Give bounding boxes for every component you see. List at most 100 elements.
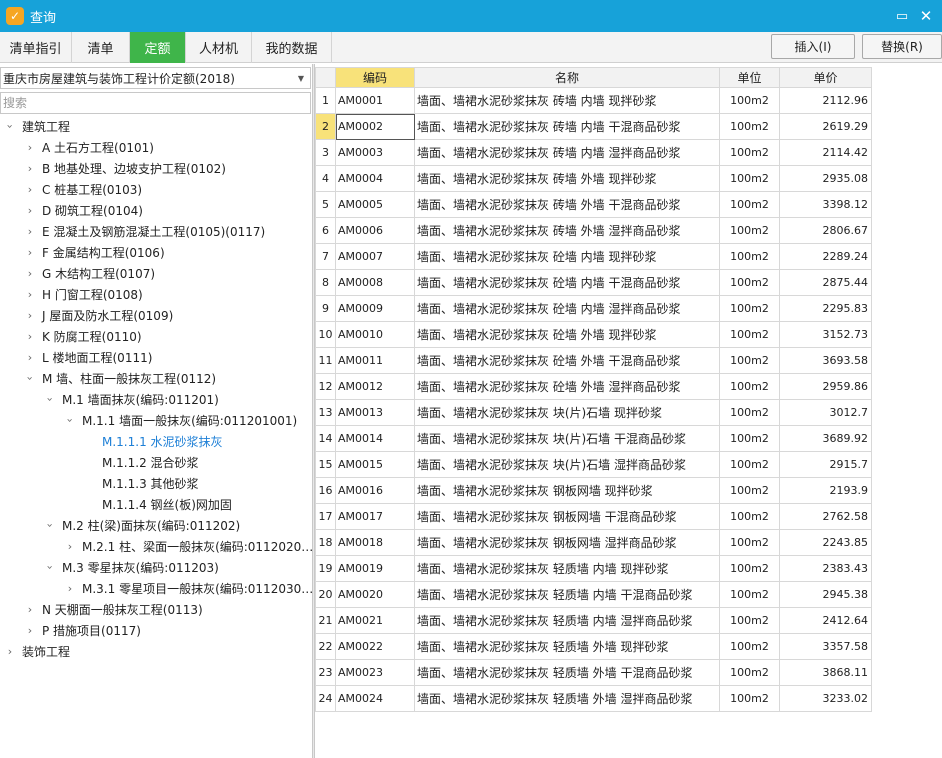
tree-node[interactable]: › G 木结构工程(0107): [24, 263, 155, 284]
close-icon[interactable]: ✕: [916, 6, 936, 26]
tree-node[interactable]: › M.1.1 墙面一般抹灰(编码:011201001): [64, 410, 298, 431]
row-number-cell[interactable]: 17: [315, 503, 336, 530]
unit-cell[interactable]: 100m2: [719, 113, 780, 140]
tree-node[interactable]: › L 楼地面工程(0111): [24, 347, 153, 368]
unit-cell[interactable]: 100m2: [719, 87, 780, 114]
price-cell[interactable]: 2762.58: [779, 503, 872, 530]
column-header-code[interactable]: 编码: [335, 67, 415, 88]
table-row[interactable]: 23 AM0023 墙面、墙裙水泥砂浆抹灰 轻质墙 外墙 干混商品砂浆 100m2 38…: [315, 659, 872, 686]
chevron-right-icon[interactable]: ›: [64, 582, 76, 595]
row-number-cell[interactable]: 11: [315, 347, 336, 374]
library-select[interactable]: 重庆市房屋建筑与装饰工程计价定额(2018) ▼: [0, 67, 311, 89]
chevron-down-icon[interactable]: ›: [4, 121, 17, 133]
tree-node[interactable]: M.1.1.2 混合砂浆: [84, 452, 199, 473]
price-cell[interactable]: 3012.7: [779, 399, 872, 426]
unit-cell[interactable]: 100m2: [719, 555, 780, 582]
tree-node[interactable]: › H 门窗工程(0108): [24, 284, 143, 305]
code-cell[interactable]: AM0023: [335, 659, 415, 686]
chevron-right-icon[interactable]: ›: [24, 225, 36, 238]
row-number-cell[interactable]: 19: [315, 555, 336, 582]
table-row[interactable]: 20 AM0020 墙面、墙裙水泥砂浆抹灰 轻质墙 内墙 干混商品砂浆 100m2 29…: [315, 581, 872, 608]
unit-cell[interactable]: 100m2: [719, 217, 780, 244]
chevron-right-icon[interactable]: ›: [24, 162, 36, 175]
unit-cell[interactable]: 100m2: [719, 685, 780, 712]
chevron-down-icon[interactable]: ›: [44, 520, 57, 532]
price-cell[interactable]: 2112.96: [779, 87, 872, 114]
table-row[interactable]: 2 AM0002 墙面、墙裙水泥砂浆抹灰 砖墙 内墙 干混商品砂浆 100m2 2619…: [315, 113, 872, 140]
unit-cell[interactable]: 100m2: [719, 425, 780, 452]
code-cell[interactable]: AM0009: [335, 295, 415, 322]
chevron-right-icon[interactable]: ›: [24, 246, 36, 259]
name-cell[interactable]: 墙面、墙裙水泥砂浆抹灰 轻质墙 外墙 湿拌商品砂浆: [414, 685, 720, 712]
tree-node[interactable]: › E 混凝土及钢筋混凝土工程(0105)(0117): [24, 221, 265, 242]
chevron-right-icon[interactable]: ›: [24, 309, 36, 322]
name-cell[interactable]: 墙面、墙裙水泥砂浆抹灰 轻质墙 内墙 湿拌商品砂浆: [414, 607, 720, 634]
table-row[interactable]: 7 AM0007 墙面、墙裙水泥砂浆抹灰 砼墙 内墙 现拌砂浆 100m2 2289.2…: [315, 243, 872, 270]
tree-node[interactable]: › B 地基处理、边坡支护工程(0102): [24, 158, 226, 179]
tree-node[interactable]: › P 措施项目(0117): [24, 620, 141, 641]
name-cell[interactable]: 墙面、墙裙水泥砂浆抹灰 钢板网墙 现拌砂浆: [414, 477, 720, 504]
unit-cell[interactable]: 100m2: [719, 373, 780, 400]
search-input[interactable]: [0, 92, 311, 114]
code-cell[interactable]: AM0013: [335, 399, 415, 426]
price-cell[interactable]: 2412.64: [779, 607, 872, 634]
column-header-unit[interactable]: 单位: [719, 67, 780, 88]
chevron-down-icon[interactable]: ›: [64, 415, 77, 427]
unit-cell[interactable]: 100m2: [719, 243, 780, 270]
price-cell[interactable]: 3398.12: [779, 191, 872, 218]
tree-node[interactable]: › M.3 零星抹灰(编码:011203): [44, 557, 219, 578]
unit-cell[interactable]: 100m2: [719, 607, 780, 634]
chevron-right-icon[interactable]: ›: [24, 603, 36, 616]
price-cell[interactable]: 2915.7: [779, 451, 872, 478]
tree-node[interactable]: › K 防腐工程(0110): [24, 326, 142, 347]
tree-node[interactable]: M.1.1.3 其他砂浆: [84, 473, 199, 494]
name-cell[interactable]: 墙面、墙裙水泥砂浆抹灰 块(片)石墙 湿拌商品砂浆: [414, 451, 720, 478]
unit-cell[interactable]: 100m2: [719, 139, 780, 166]
tree-node[interactable]: › F 金属结构工程(0106): [24, 242, 165, 263]
table-row[interactable]: 14 AM0014 墙面、墙裙水泥砂浆抹灰 块(片)石墙 干混商品砂浆 100m2 36…: [315, 425, 872, 452]
price-cell[interactable]: 2806.67: [779, 217, 872, 244]
row-number-cell[interactable]: 6: [315, 217, 336, 244]
chevron-right-icon[interactable]: ›: [24, 624, 36, 637]
tree-node[interactable]: › N 天棚面一般抹灰工程(0113): [24, 599, 203, 620]
name-cell[interactable]: 墙面、墙裙水泥砂浆抹灰 砖墙 外墙 现拌砂浆: [414, 165, 720, 192]
table-row[interactable]: 24 AM0024 墙面、墙裙水泥砂浆抹灰 轻质墙 外墙 湿拌商品砂浆 100m2 32…: [315, 685, 872, 712]
unit-cell[interactable]: 100m2: [719, 295, 780, 322]
name-cell[interactable]: 墙面、墙裙水泥砂浆抹灰 轻质墙 内墙 干混商品砂浆: [414, 581, 720, 608]
row-number-cell[interactable]: 24: [315, 685, 336, 712]
tree-node[interactable]: › 建筑工程: [4, 116, 71, 137]
row-number-cell[interactable]: 10: [315, 321, 336, 348]
chevron-right-icon[interactable]: ›: [24, 141, 36, 154]
row-number-cell[interactable]: 5: [315, 191, 336, 218]
table-row[interactable]: 21 AM0021 墙面、墙裙水泥砂浆抹灰 轻质墙 内墙 湿拌商品砂浆 100m2 24…: [315, 607, 872, 634]
unit-cell[interactable]: 100m2: [719, 659, 780, 686]
price-cell[interactable]: 2935.08: [779, 165, 872, 192]
row-number-cell[interactable]: 14: [315, 425, 336, 452]
price-cell[interactable]: 2114.42: [779, 139, 872, 166]
unit-cell[interactable]: 100m2: [719, 399, 780, 426]
chevron-right-icon[interactable]: ›: [24, 183, 36, 196]
code-cell[interactable]: AM0020: [335, 581, 415, 608]
row-number-cell[interactable]: 18: [315, 529, 336, 556]
name-cell[interactable]: 墙面、墙裙水泥砂浆抹灰 轻质墙 外墙 干混商品砂浆: [414, 659, 720, 686]
code-cell[interactable]: AM0005: [335, 191, 415, 218]
price-cell[interactable]: 2295.83: [779, 295, 872, 322]
row-number-cell[interactable]: 8: [315, 269, 336, 296]
name-cell[interactable]: 墙面、墙裙水泥砂浆抹灰 砖墙 内墙 现拌砂浆: [414, 87, 720, 114]
name-cell[interactable]: 墙面、墙裙水泥砂浆抹灰 砼墙 内墙 现拌砂浆: [414, 243, 720, 270]
chevron-right-icon[interactable]: ›: [24, 330, 36, 343]
name-cell[interactable]: 墙面、墙裙水泥砂浆抹灰 砼墙 外墙 湿拌商品砂浆: [414, 373, 720, 400]
unit-cell[interactable]: 100m2: [719, 477, 780, 504]
tree-node[interactable]: › M.1 墙面抹灰(编码:011201): [44, 389, 219, 410]
column-header-index[interactable]: [315, 67, 336, 88]
price-cell[interactable]: 3868.11: [779, 659, 872, 686]
price-cell[interactable]: 3689.92: [779, 425, 872, 452]
price-cell[interactable]: 3152.73: [779, 321, 872, 348]
unit-cell[interactable]: 100m2: [719, 165, 780, 192]
code-cell[interactable]: AM0021: [335, 607, 415, 634]
tree-node[interactable]: M.1.1.1 水泥砂浆抹灰: [84, 431, 223, 452]
tab-quota[interactable]: 定额: [130, 32, 186, 63]
price-cell[interactable]: 3233.02: [779, 685, 872, 712]
row-number-cell[interactable]: 21: [315, 607, 336, 634]
tree-node[interactable]: › M.2.1 柱、梁面一般抹灰(编码:0112020…: [64, 536, 313, 557]
